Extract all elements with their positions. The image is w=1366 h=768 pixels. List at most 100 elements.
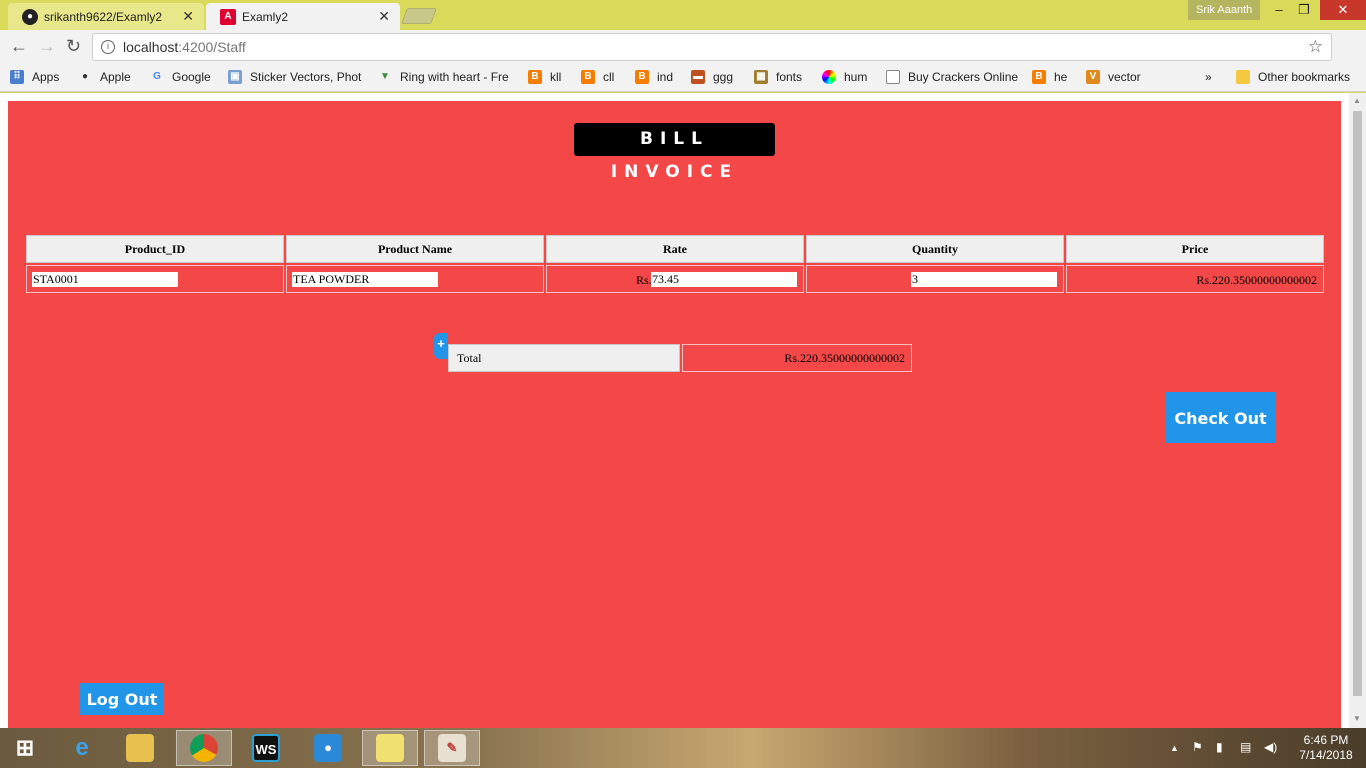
page-icon [886, 70, 900, 84]
windows-logo-icon: ⊞ [15, 735, 35, 760]
bookmark-apple[interactable]: ● Apple [78, 70, 131, 84]
product-id-input[interactable] [32, 272, 178, 287]
taskbar-sticky-notes[interactable] [362, 730, 418, 766]
blogger-icon: B [635, 70, 649, 84]
bookmark-buy-crackers[interactable]: Buy Crackers Online [886, 70, 1018, 84]
show-hidden-icons-icon[interactable]: ▲ [1170, 743, 1179, 753]
clock-time: 6:46 PM [1303, 733, 1349, 747]
column-header-rate: Rate [546, 235, 804, 263]
bookmark-label: ind [657, 70, 674, 84]
new-tab-button[interactable] [401, 8, 437, 24]
bookmark-apps[interactable]: ⠿ Apps [10, 70, 59, 84]
bookmark-ggg[interactable]: ▬ ggg [691, 70, 733, 84]
color-wheel-icon [822, 70, 836, 84]
taskbar-webstorm[interactable]: WS [238, 730, 294, 766]
tab-examly2[interactable]: A Examly2 ✕ [206, 3, 400, 30]
bookmark-hum[interactable]: hum [822, 70, 867, 84]
bookmark-label: kll [550, 70, 562, 84]
total-value: Rs.220.35000000000002 [682, 344, 912, 372]
reload-icon[interactable]: ↻ [66, 36, 81, 57]
taskbar-chrome[interactable] [176, 730, 232, 766]
taskbar-ie[interactable]: e [54, 730, 110, 766]
battery-icon[interactable]: ▮ [1216, 740, 1223, 754]
flag-icon[interactable]: ⚑ [1192, 740, 1203, 754]
page-title: BILL INVOICE [574, 123, 775, 182]
tab-label: srikanth9622/Examly2 [44, 9, 163, 24]
scrollbar-thumb[interactable] [1353, 111, 1362, 696]
tab-github[interactable]: ● srikanth9622/Examly2 ✕ [8, 3, 204, 30]
logout-button[interactable]: Log Out [80, 683, 164, 715]
back-icon[interactable]: ← [10, 36, 28, 57]
invoice-table: Product_ID Product Name Rate Quantity Pr… [24, 233, 1326, 295]
bookmark-label: Ring with heart - Fre [400, 70, 509, 84]
blogger-icon: B [1032, 70, 1046, 84]
sticky-notes-icon [376, 734, 404, 762]
bookmark-label: cll [603, 70, 615, 84]
browser-titlebar: ● srikanth9622/Examly2 ✕ A Examly2 ✕ Sri… [0, 0, 1366, 30]
bookmark-label: Sticker Vectors, Phot [250, 70, 362, 84]
profile-button[interactable]: Srik Aaanth [1188, 0, 1261, 20]
clock-date: 7/14/2018 [1299, 748, 1353, 762]
address-bar[interactable]: i localhost:4200/Staff ☆ [92, 33, 1332, 61]
product-name-input[interactable] [292, 272, 438, 287]
column-header-quantity: Quantity [806, 235, 1064, 263]
internet-explorer-icon: e [75, 734, 89, 761]
other-bookmarks[interactable]: Other bookmarks [1236, 70, 1350, 84]
bookmark-fonts[interactable]: ▦ fonts [754, 70, 802, 84]
forward-icon[interactable]: → [38, 36, 56, 57]
table-header-row: Product_ID Product Name Rate Quantity Pr… [26, 235, 1324, 263]
bookmark-label: vector [1108, 70, 1141, 84]
more-bookmarks-button[interactable]: » [1205, 70, 1212, 84]
invoice-page: BILL INVOICE Product_ID Product Name Rat… [8, 101, 1341, 728]
volume-icon[interactable]: ◀) [1264, 740, 1277, 754]
quantity-input[interactable] [911, 272, 1057, 287]
bookmark-he[interactable]: Bhe [1032, 70, 1067, 84]
scroll-down-icon[interactable]: ▼ [1353, 714, 1361, 723]
system-clock[interactable]: 6:46 PM 7/14/2018 [1296, 733, 1356, 763]
close-icon[interactable]: ✕ [378, 8, 390, 25]
angular-icon: A [220, 8, 236, 25]
page-viewport: BILL INVOICE Product_ID Product Name Rat… [0, 93, 1366, 728]
rate-input[interactable] [651, 272, 797, 287]
bookmark-label: Apple [100, 70, 131, 84]
cell-price: Rs.220.35000000000002 [1066, 265, 1324, 293]
restore-icon[interactable]: ❐ [1287, 0, 1321, 20]
browser-toolbar: ← → ↻ i localhost:4200/Staff ☆ ⋮ [0, 30, 1366, 85]
bookmark-google[interactable]: G Google [150, 70, 211, 84]
bookmark-ind[interactable]: Bind [635, 70, 673, 84]
chrome-icon [190, 734, 218, 762]
bookmark-ring-with-heart[interactable]: ▼ Ring with heart - Fre [378, 70, 509, 84]
network-icon[interactable]: ▤ [1240, 740, 1251, 754]
blogger-icon: B [581, 70, 595, 84]
bookmark-vector[interactable]: Vvector [1086, 70, 1141, 84]
picture-icon: ▣ [228, 70, 242, 84]
bookmark-label: ggg [713, 70, 734, 84]
taskbar-camera[interactable]: ● [300, 730, 356, 766]
bookmark-kll[interactable]: Bkll [528, 70, 561, 84]
bookmark-label: Apps [32, 70, 60, 84]
checkout-button[interactable]: Check Out [1165, 392, 1276, 443]
bookmark-cll[interactable]: Bcll [581, 70, 614, 84]
price-value: Rs.220.35000000000002 [1196, 273, 1317, 287]
apple-icon: ● [81, 71, 89, 82]
cell-product-id [26, 265, 284, 293]
scroll-up-icon[interactable]: ▲ [1353, 96, 1361, 105]
column-header-product-id: Product_ID [26, 235, 284, 263]
taskbar-explorer[interactable] [112, 730, 168, 766]
bookmark-label: Buy Crackers Online [908, 70, 1019, 84]
close-icon[interactable]: ✕ [182, 8, 194, 25]
bookmark-label: hum [844, 70, 868, 84]
vertical-scrollbar[interactable]: ▲ ▼ [1349, 93, 1366, 728]
window-close-icon[interactable]: ✕ [1320, 0, 1366, 20]
bookmark-star-icon[interactable]: ☆ [1308, 37, 1323, 57]
bookmark-sticker-vectors[interactable]: ▣ Sticker Vectors, Phot [228, 70, 361, 84]
taskbar-paint[interactable]: ✎ [424, 730, 480, 766]
cell-quantity [806, 265, 1064, 293]
start-button[interactable]: ⊞ [0, 730, 50, 766]
google-icon: G [153, 71, 161, 82]
total-table: Total Rs.220.35000000000002 [446, 342, 914, 374]
column-header-price: Price [1066, 235, 1324, 263]
column-header-product-name: Product Name [286, 235, 544, 263]
info-icon[interactable]: i [101, 40, 115, 54]
bookmark-label: fonts [776, 70, 803, 84]
